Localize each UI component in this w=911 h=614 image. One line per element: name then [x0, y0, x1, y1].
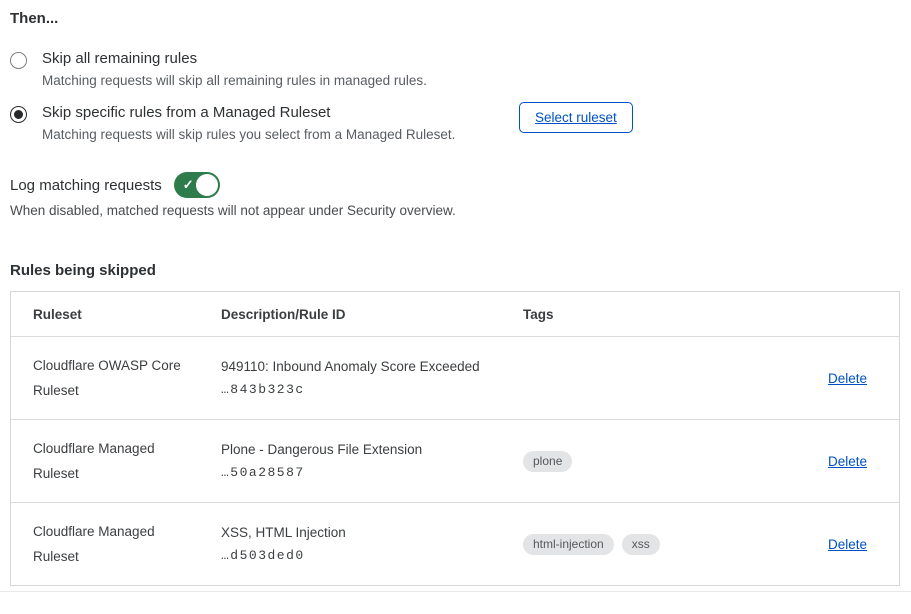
table-row: Cloudflare Managed Ruleset XSS, HTML Inj…	[11, 502, 899, 585]
rule-description: XSS, HTML Injection	[221, 525, 507, 540]
ruleset-name: Cloudflare Managed Ruleset	[33, 436, 221, 486]
radio-selected-icon[interactable]	[10, 106, 27, 123]
log-matching-requests-row: Log matching requests ✓	[10, 172, 220, 198]
radio-unselected-icon[interactable]	[10, 52, 27, 69]
tag-pill: plone	[523, 451, 572, 472]
option-skip-specific-label[interactable]: Skip specific rules from a Managed Rules…	[42, 104, 455, 121]
option-skip-all-rules[interactable]: Skip all remaining rules Matching reques…	[10, 50, 427, 88]
table-row: Cloudflare Managed Ruleset Plone - Dange…	[11, 419, 899, 502]
select-ruleset-button[interactable]: Select ruleset	[519, 102, 633, 133]
table-header-row: Ruleset Description/Rule ID Tags	[11, 292, 899, 336]
tag-pill: html-injection	[523, 534, 614, 555]
rule-id: …843b323c	[221, 382, 507, 397]
toggle-knob	[196, 174, 218, 196]
log-matching-requests-label: Log matching requests	[10, 177, 162, 194]
log-toggle-switch[interactable]: ✓	[174, 172, 220, 198]
section-divider	[0, 591, 911, 592]
rule-id: …50a28587	[221, 465, 507, 480]
ruleset-name: Cloudflare Managed Ruleset	[33, 519, 221, 569]
column-header-tags: Tags	[523, 307, 757, 322]
option-skip-specific-rules[interactable]: Skip specific rules from a Managed Rules…	[10, 104, 455, 142]
column-header-description: Description/Rule ID	[221, 307, 523, 322]
rule-tags: plone	[523, 451, 757, 472]
rules-being-skipped-heading: Rules being skipped	[10, 262, 156, 279]
table-row: Cloudflare OWASP Core Ruleset 949110: In…	[11, 336, 899, 419]
option-skip-all-description: Matching requests will skip all remainin…	[42, 73, 427, 88]
check-icon: ✓	[183, 178, 194, 191]
log-toggle-help-text: When disabled, matched requests will not…	[10, 203, 456, 218]
delete-rule-link[interactable]: Delete	[828, 371, 867, 386]
then-heading: Then...	[10, 10, 58, 27]
ruleset-name: Cloudflare OWASP Core Ruleset	[33, 353, 221, 403]
rule-tags: html-injection xss	[523, 534, 757, 555]
option-skip-specific-description: Matching requests will skip rules you se…	[42, 127, 455, 142]
rules-skipped-table: Ruleset Description/Rule ID Tags Cloudfl…	[10, 291, 900, 586]
rule-id: …d503ded0	[221, 548, 507, 563]
rule-description: Plone - Dangerous File Extension	[221, 442, 507, 457]
delete-rule-link[interactable]: Delete	[828, 454, 867, 469]
column-header-ruleset: Ruleset	[33, 307, 221, 322]
option-skip-all-label[interactable]: Skip all remaining rules	[42, 50, 427, 67]
tag-pill: xss	[622, 534, 660, 555]
rule-description: 949110: Inbound Anomaly Score Exceeded	[221, 359, 507, 374]
delete-rule-link[interactable]: Delete	[828, 537, 867, 552]
waf-rule-config-panel: Then... Skip all remaining rules Matchin…	[0, 0, 911, 614]
